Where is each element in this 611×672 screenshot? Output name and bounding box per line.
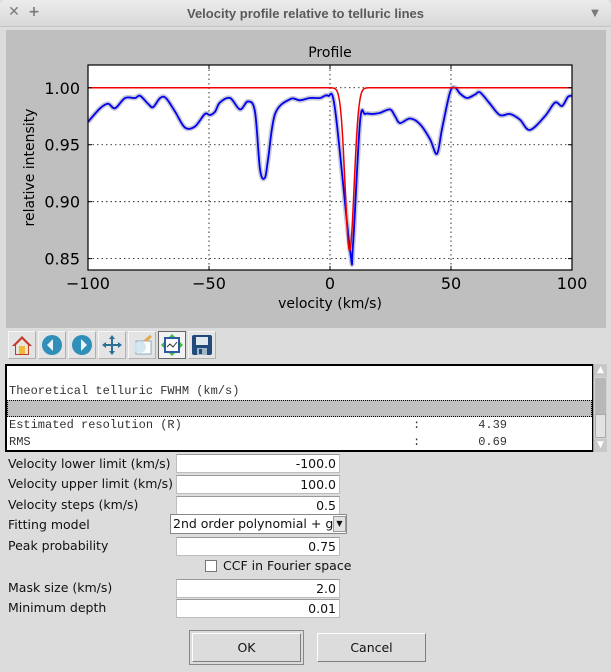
cancel-button[interactable]: Cancel [317, 633, 426, 662]
chart-title: Profile [308, 45, 352, 61]
plot-figure[interactable]: −100 −50 0 50 100 0.85 0.90 0.95 1.00 Profile ve… [6, 30, 606, 328]
y-tick-label: 0.85 [44, 250, 80, 269]
pan-icon [102, 335, 122, 355]
velocity-upper-input[interactable]: 100.0 [176, 475, 340, 494]
ccf-fourier-label: CCF in Fourier space [223, 558, 352, 573]
fitting-model-label: Fitting model [8, 517, 90, 532]
x-tick-label: −100 [66, 274, 110, 293]
save-button[interactable] [188, 331, 216, 359]
velocity-lower-input[interactable]: -100.0 [176, 454, 340, 473]
result-separator: : [413, 451, 420, 452]
chevron-down-icon[interactable]: ▼ [587, 8, 603, 19]
results-scrollbar[interactable]: ▲ ▼ [593, 364, 607, 452]
minimum-depth-label: Minimum depth [8, 600, 107, 615]
y-tick-label: 0.90 [44, 193, 80, 212]
velocity-lower-label: Velocity lower limit (km/s) [8, 456, 171, 471]
x-axis-label: velocity (km/s) [278, 296, 382, 312]
zoom-button[interactable] [128, 331, 156, 359]
peak-probability-input[interactable]: 0.75 [176, 537, 340, 556]
ok-button[interactable]: OK [189, 630, 304, 665]
ccf-fourier-checkbox[interactable] [205, 559, 217, 572]
result-label: ------------------------------ [9, 451, 225, 452]
fitting-model-select[interactable]: 2nd order polynomial + gaussian fit ▼ [170, 514, 347, 534]
ccf-fourier-option[interactable]: CCF in Fourier space [205, 558, 351, 573]
forward-button[interactable] [68, 331, 96, 359]
dropdown-arrow-icon[interactable]: ▼ [333, 516, 346, 532]
y-tick-label: 1.00 [44, 79, 80, 98]
mask-size-label: Mask size (km/s) [8, 580, 113, 595]
x-tick-label: 50 [441, 274, 461, 293]
profile-chart[interactable]: −100 −50 0 50 100 0.85 0.90 0.95 1.00 Profile ve… [6, 30, 606, 328]
x-tick-label: 0 [325, 274, 335, 293]
result-row[interactable]: Theoretical telluric FWHM (km/s) : 4.39 [7, 366, 592, 432]
pan-button[interactable] [98, 331, 126, 359]
scroll-down-icon[interactable]: ▼ [594, 439, 607, 452]
result-row[interactable]: RMS : 0.01040 [7, 417, 592, 449]
plot-toolbar [8, 331, 216, 361]
scrollbar-track[interactable] [595, 414, 606, 438]
save-icon [192, 335, 212, 355]
scrollbar-thumb[interactable] [595, 378, 606, 414]
velocity-steps-label: Velocity steps (km/s) [8, 497, 139, 512]
configure-subplots-button[interactable] [158, 331, 186, 359]
fitting-model-value: 2nd order polynomial + gaussian fit [173, 516, 346, 531]
y-axis-label: relative intensity [22, 109, 38, 227]
window-title: Velocity profile relative to telluric li… [187, 6, 424, 21]
velocity-steps-input[interactable]: 0.5 [176, 496, 340, 515]
home-icon [12, 336, 32, 355]
forward-arrow-icon [72, 335, 92, 355]
x-tick-label: 100 [557, 274, 588, 293]
scroll-up-icon[interactable]: ▲ [594, 364, 607, 377]
back-button[interactable] [38, 331, 66, 359]
figure-edge [606, 30, 611, 328]
result-row[interactable]: ------------------------------ ---------… [7, 434, 592, 452]
results-list[interactable]: Theoretical telluric FWHM (km/s) : 4.39 … [5, 364, 593, 452]
minimum-depth-input[interactable]: 0.01 [176, 599, 340, 618]
result-row-selected[interactable]: Estimated resolution (R) : 437471 [7, 400, 592, 449]
velocity-upper-label: Velocity upper limit (km/s) [8, 476, 173, 491]
result-row[interactable]: Corrected FWHM (km/s) : 0.69 [7, 383, 592, 449]
result-value: 437471 [425, 451, 507, 452]
x-tick-label: −50 [192, 274, 226, 293]
configure-subplots-icon [161, 334, 183, 356]
back-arrow-icon [42, 335, 62, 355]
window-titlebar: ✕ + Velocity profile relative to telluri… [0, 0, 611, 27]
mask-size-input[interactable]: 2.0 [176, 579, 340, 598]
zoom-rect-icon [134, 334, 152, 355]
home-button[interactable] [8, 331, 36, 359]
peak-probability-label: Peak probability [8, 538, 109, 553]
y-tick-label: 0.95 [44, 136, 80, 155]
